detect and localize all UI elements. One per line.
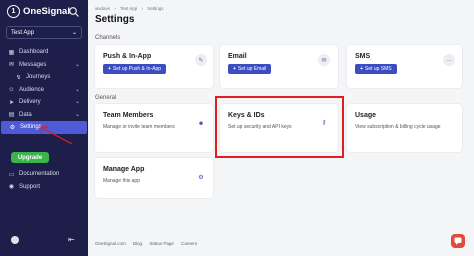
sidebar-item-documentation[interactable]: ▭ Documentation <box>0 168 88 181</box>
sidebar-item-data[interactable]: ▤ Data ⌄ <box>0 109 88 122</box>
help-icon: ◉ <box>8 184 15 191</box>
chat-support-button[interactable] <box>451 234 465 248</box>
sidebar-item-label: Messages <box>19 61 47 68</box>
breadcrumb-item: Settings <box>147 6 164 11</box>
sidebar-item-label: Delivery <box>19 99 41 106</box>
card-manage-app[interactable]: Manage App Manage this app ⚙ <box>95 158 213 198</box>
upgrade-button[interactable]: Upgrade <box>11 152 49 163</box>
sidebar-item-label: Data <box>19 111 32 118</box>
card-title: Push & In-App <box>103 53 152 60</box>
app-root: 1 OneSignal Test App ⌄ ▦ Dashboard ✉ Mes… <box>0 0 474 256</box>
button-label: Set up Push & In-App <box>112 66 162 72</box>
card-description: Manage or invite team members <box>103 124 175 130</box>
sidebar: 1 OneSignal Test App ⌄ ▦ Dashboard ✉ Mes… <box>0 0 88 256</box>
app-selector[interactable]: Test App ⌄ <box>6 26 82 39</box>
sidebar-item-messages[interactable]: ✉ Messages ⌄ <box>0 59 88 72</box>
card-usage[interactable]: Usage View subscription & billing cycle … <box>347 104 462 152</box>
sidebar-item-support[interactable]: ◉ Support <box>0 181 88 194</box>
send-icon: ➤ <box>8 99 15 106</box>
chevron-down-icon: ⌄ <box>74 99 80 105</box>
footer-link[interactable]: Careers <box>181 241 197 246</box>
sidebar-item-label: Dashboard <box>19 49 49 56</box>
sidebar-item-audience[interactable]: ☺ Audience ⌄ <box>0 84 88 97</box>
app-selector-value: Test App <box>11 29 35 36</box>
chevron-down-icon: ⌄ <box>74 61 80 68</box>
chat-icon: … <box>443 54 455 66</box>
card-description: View subscription & billing cycle usage <box>355 124 441 130</box>
people-icon: ☺ <box>8 86 15 93</box>
footer-link[interactable]: Status Page <box>149 241 174 246</box>
message-icon: ✉ <box>8 62 15 69</box>
book-icon: ▭ <box>8 171 15 178</box>
breadcrumb-item[interactable]: Test App <box>120 6 137 11</box>
section-label-general: General <box>95 95 117 101</box>
sidebar-item-label: Documentation <box>19 171 60 178</box>
main-content: wxdavs › Test App › Settings Settings Ch… <box>88 0 474 256</box>
avatar[interactable] <box>11 236 19 244</box>
sidebar-item-label: Audience <box>19 86 45 93</box>
card-email: Email + Set up Email ✉ <box>220 45 338 88</box>
card-title: Usage <box>355 112 377 119</box>
collapse-sidebar-icon[interactable]: ⇤ <box>68 235 75 244</box>
grid-icon: ▦ <box>8 49 15 56</box>
gear-icon: ⚙ <box>9 124 16 131</box>
card-sms: SMS + Set up SMS … <box>347 45 462 88</box>
footer-links: OneSignal.com Blog Status Page Careers <box>95 241 203 246</box>
brand-name: OneSignal <box>23 6 70 17</box>
chat-icon <box>454 237 462 245</box>
mail-icon: ✉ <box>318 54 330 66</box>
annotation-highlight-box <box>215 96 344 158</box>
button-label: Set up SMS <box>364 66 392 72</box>
setup-push-button[interactable]: + Set up Push & In-App <box>103 64 167 74</box>
chart-icon: ▤ <box>8 112 15 119</box>
sidebar-item-journeys[interactable]: ↯ Journeys <box>0 71 88 84</box>
card-push-in-app: Push & In-App + Set up Push & In-App ✎ <box>95 45 213 88</box>
card-team-members[interactable]: Team Members Manage or invite team membe… <box>95 104 213 152</box>
breadcrumb-separator: › <box>141 6 143 11</box>
card-title: Email <box>228 53 247 60</box>
page-title: Settings <box>95 14 135 25</box>
sidebar-item-label: Support <box>19 183 41 190</box>
people-icon: ☻ <box>197 121 205 127</box>
onesignal-logo-icon: 1 <box>7 5 20 18</box>
card-description: Manage this app <box>103 178 140 184</box>
button-label: Set up Email <box>237 66 267 72</box>
sidebar-secondary-nav: ▭ Documentation ◉ Support <box>0 168 88 193</box>
setup-sms-button[interactable]: + Set up SMS <box>355 64 397 74</box>
breadcrumb-item[interactable]: wxdavs <box>95 6 110 11</box>
card-title: Manage App <box>103 166 145 173</box>
edit-icon: ✎ <box>195 54 207 66</box>
chevron-down-icon: ⌄ <box>74 86 80 93</box>
plus-icon: + <box>108 66 111 72</box>
footer-link[interactable]: OneSignal.com <box>95 241 126 246</box>
upgrade-label: Upgrade <box>17 154 43 161</box>
breadcrumb: wxdavs › Test App › Settings <box>95 6 167 11</box>
setup-email-button[interactable]: + Set up Email <box>228 64 272 74</box>
brand-logo[interactable]: 1 OneSignal <box>7 5 70 18</box>
sidebar-nav: ▦ Dashboard ✉ Messages ⌄ ↯ Journeys ☺ Au… <box>0 46 88 134</box>
sidebar-item-label: Journeys <box>26 74 51 81</box>
journey-icon: ↯ <box>15 74 22 81</box>
card-title: Team Members <box>103 112 154 119</box>
sidebar-item-delivery[interactable]: ➤ Delivery ⌄ <box>0 96 88 109</box>
section-label-channels: Channels <box>95 35 121 41</box>
footer-link[interactable]: Blog <box>133 241 142 246</box>
gear-icon: ⚙ <box>198 174 204 181</box>
sidebar-item-dashboard[interactable]: ▦ Dashboard <box>0 46 88 59</box>
card-title: SMS <box>355 53 371 60</box>
plus-icon: + <box>233 66 236 72</box>
chevron-down-icon: ⌄ <box>71 30 77 36</box>
search-icon[interactable] <box>68 6 80 18</box>
chevron-down-icon: ⌄ <box>74 111 80 118</box>
annotation-arrow-icon <box>40 126 73 145</box>
breadcrumb-separator: › <box>114 6 116 11</box>
plus-icon: + <box>360 66 363 72</box>
